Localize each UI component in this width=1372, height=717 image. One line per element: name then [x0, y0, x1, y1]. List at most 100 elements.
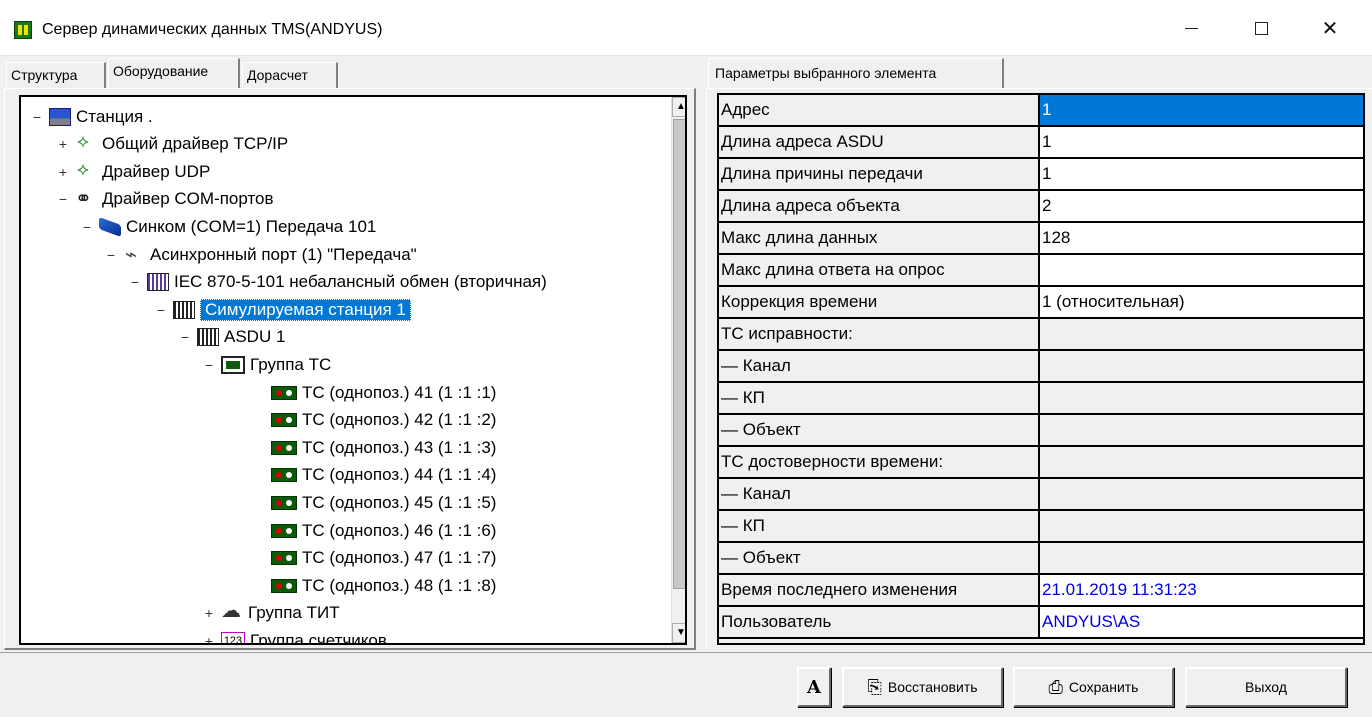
tree-item[interactable]: ТС (однопоз.) 48 (1 :1 :8) [253, 572, 496, 599]
param-row[interactable]: — Канал [719, 351, 1363, 383]
tit-group-icon [221, 598, 243, 623]
tab-calculation[interactable]: Дорасчет [242, 62, 338, 88]
close-button[interactable]: ✕ [1307, 0, 1353, 56]
param-value[interactable]: 21.01.2019 11:31:23 [1040, 575, 1363, 607]
param-row[interactable]: Длина адреса ASDU 1 [719, 127, 1363, 159]
tree-item-label: ТС (однопоз.) 45 (1 :1 :5) [302, 492, 497, 512]
param-row[interactable]: Длина причины передачи 1 [719, 159, 1363, 191]
tree-scrollbar[interactable]: ▲ ▼ [671, 97, 685, 643]
param-name: Длина причины передачи [719, 159, 1040, 191]
tree-item[interactable]: ТС (однопоз.) 43 (1 :1 :3) [253, 434, 496, 461]
tree-item[interactable]: ТС (однопоз.) 46 (1 :1 :6) [253, 517, 496, 544]
collapse-icon[interactable]: − [155, 302, 167, 318]
tree-item[interactable]: ТС (однопоз.) 47 (1 :1 :7) [253, 545, 496, 572]
param-name: — Объект [719, 415, 1040, 447]
param-row[interactable]: Время последнего изменения 21.01.2019 11:… [719, 575, 1363, 607]
collapse-icon[interactable]: − [81, 219, 93, 235]
tree-item[interactable]: ТС (однопоз.) 42 (1 :1 :2) [253, 407, 496, 434]
tree-item-label: Драйвер UDP [102, 161, 211, 181]
tree-item[interactable]: − Асинхронный порт (1) "Передача" [105, 241, 417, 268]
param-value[interactable] [1040, 351, 1363, 383]
param-value[interactable] [1040, 543, 1363, 575]
exit-button[interactable]: Выход [1185, 667, 1347, 707]
param-name: Макс длина ответа на опрос [719, 255, 1040, 287]
param-value[interactable] [1040, 447, 1363, 479]
tree-item[interactable]: − ASDU 1 [179, 324, 285, 351]
param-row[interactable]: — КП [719, 511, 1363, 543]
params-grid[interactable]: Адрес 1 Длина адреса ASDU 1 Длина причины пе… [717, 93, 1365, 645]
param-row[interactable]: Адрес 1 [719, 95, 1363, 127]
tab-structure[interactable]: Структура [6, 62, 106, 88]
tree-item-label: Группа ТС [250, 354, 332, 374]
counter-group-icon [221, 631, 245, 643]
param-name: ТС исправности: [719, 319, 1040, 351]
param-row[interactable]: — Объект [719, 543, 1363, 575]
tree-item[interactable]: + Драйвер UDP [57, 158, 210, 185]
expand-icon[interactable]: + [203, 633, 215, 643]
expand-icon[interactable]: + [57, 136, 69, 152]
restore-button[interactable]: ⎘ Восстановить [842, 667, 1003, 707]
protocol-icon [147, 273, 169, 292]
param-row[interactable]: — КП [719, 383, 1363, 415]
param-row[interactable]: Пользователь ANDYUS\AS [719, 607, 1363, 639]
expand-icon[interactable]: + [203, 605, 215, 621]
param-value[interactable] [1040, 511, 1363, 543]
param-row[interactable]: — Объект [719, 415, 1363, 447]
param-value[interactable] [1040, 255, 1363, 287]
param-row[interactable]: Макс длина данных 128 [719, 223, 1363, 255]
tree-item[interactable]: − Группа ТС [203, 351, 331, 378]
tree-item[interactable]: − Драйвер COM-портов [57, 186, 274, 213]
param-name: — Канал [719, 351, 1040, 383]
collapse-icon[interactable]: − [129, 274, 141, 290]
param-value[interactable]: ANDYUS\AS [1040, 607, 1363, 639]
tree-item[interactable]: − Симулируемая станция 1 [155, 296, 411, 323]
network-driver-icon [75, 159, 97, 181]
tree-item[interactable]: − Станция . [31, 103, 153, 130]
param-value[interactable] [1040, 415, 1363, 447]
tab-selected-element-params[interactable]: Параметры выбранного элемента [708, 58, 1004, 88]
maximize-button[interactable] [1238, 0, 1284, 56]
tree-item[interactable]: + Группа ТИТ [203, 598, 340, 627]
tree-item-label: Симулируемая станция 1 [200, 298, 411, 321]
tree-item[interactable]: ТС (однопоз.) 44 (1 :1 :4) [253, 462, 496, 489]
minimize-button[interactable] [1168, 0, 1214, 56]
scroll-down-icon[interactable]: ▼ [672, 623, 685, 643]
param-row[interactable]: Длина адреса объекта 2 [719, 191, 1363, 223]
collapse-icon[interactable]: − [57, 191, 69, 207]
param-row[interactable]: Коррекция времени 1 (относительная) [719, 287, 1363, 319]
tree-item[interactable]: − Синком (COM=1) Передача 101 [81, 213, 376, 240]
network-driver-icon [75, 131, 97, 153]
param-value[interactable] [1040, 383, 1363, 415]
tree-item[interactable]: + Группа счетчиков [203, 627, 387, 643]
collapse-icon[interactable]: − [31, 109, 43, 125]
save-button[interactable]: ⎙ Сохранить [1013, 667, 1174, 707]
param-row[interactable]: — Канал [719, 479, 1363, 511]
param-name: Длина адреса объекта [719, 191, 1040, 223]
param-row[interactable]: ТС исправности: [719, 319, 1363, 351]
param-value[interactable]: 1 [1040, 95, 1363, 127]
collapse-icon[interactable]: − [179, 329, 191, 345]
param-value[interactable]: 128 [1040, 223, 1363, 255]
scroll-thumb[interactable] [673, 119, 685, 589]
param-row[interactable]: Макс длина ответа на опрос [719, 255, 1363, 287]
tree-item[interactable]: − IEC 870-5-101 небалансный обмен (вторич… [129, 269, 547, 296]
font-button[interactable]: A [797, 667, 831, 707]
tree-item[interactable]: ТС (однопоз.) 45 (1 :1 :5) [253, 489, 496, 516]
param-value[interactable]: 2 [1040, 191, 1363, 223]
equipment-tree[interactable]: − Станция . + Общий драйвер TCP/IP + Драйвер … [19, 95, 687, 645]
tree-item[interactable]: + Общий драйвер TCP/IP [57, 131, 288, 158]
param-row[interactable]: ТС достоверности времени: [719, 447, 1363, 479]
tree-item[interactable]: ТС (однопоз.) 41 (1 :1 :1) [253, 379, 496, 406]
tab-equipment[interactable]: Оборудование [108, 58, 240, 88]
collapse-icon[interactable]: − [105, 247, 117, 263]
scroll-up-icon[interactable]: ▲ [672, 97, 685, 117]
param-value[interactable] [1040, 479, 1363, 511]
param-value[interactable]: 1 [1040, 159, 1363, 191]
param-value[interactable]: 1 [1040, 127, 1363, 159]
restore-label: Восстановить [887, 679, 978, 695]
param-value[interactable] [1040, 319, 1363, 351]
param-value[interactable]: 1 (относительная) [1040, 287, 1363, 319]
app-icon [14, 21, 32, 39]
collapse-icon[interactable]: − [203, 357, 215, 373]
expand-icon[interactable]: + [57, 164, 69, 180]
